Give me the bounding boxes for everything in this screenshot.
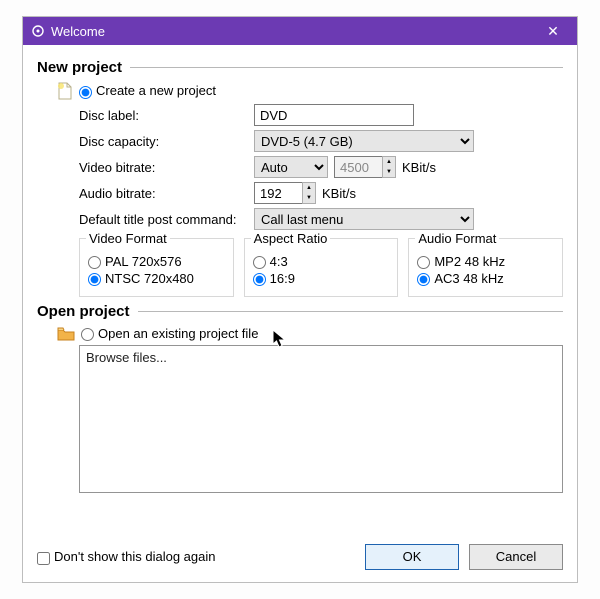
welcome-dialog: Welcome ✕ New project Create a new proje… <box>22 16 578 583</box>
default-post-select[interactable]: Call last menu <box>254 208 474 230</box>
checkbox-dont-show[interactable]: Don't show this dialog again <box>37 549 215 564</box>
new-document-icon <box>57 82 73 100</box>
radio-4-3[interactable]: 4:3 <box>253 254 288 269</box>
spinner-up-icon[interactable]: ▲ <box>383 157 395 167</box>
browse-files-item[interactable]: Browse files... <box>86 350 167 365</box>
radio-create-new[interactable]: Create a new project <box>79 83 216 98</box>
row-open-existing: Open an existing project file <box>57 326 563 341</box>
dialog-footer: Don't show this dialog again OK Cancel <box>23 538 577 582</box>
close-icon[interactable]: ✕ <box>537 23 569 40</box>
disc-label-input[interactable] <box>254 104 414 126</box>
section-new-project-label: New project <box>37 59 122 76</box>
dialog-content: New project Create a new project Disc la… <box>23 45 577 538</box>
file-list[interactable]: Browse files... <box>79 345 563 493</box>
folder-icon <box>57 327 75 341</box>
section-open-project-label: Open project <box>37 303 130 320</box>
audio-bitrate-spinner[interactable]: ▲▼ <box>254 182 316 204</box>
unit-kbits: KBit/s <box>402 160 436 175</box>
radio-create-new-label: Create a new project <box>96 83 216 98</box>
video-bitrate-spinner[interactable]: ▲▼ <box>334 156 396 178</box>
disc-capacity-select[interactable]: DVD-5 (4.7 GB) <box>254 130 474 152</box>
radio-ac3[interactable]: AC3 48 kHz <box>417 271 503 286</box>
spinner-down-icon[interactable]: ▼ <box>303 193 315 203</box>
section-new-project: New project <box>37 59 563 76</box>
group-aspect-ratio: Aspect Ratio 4:3 16:9 <box>244 238 399 297</box>
title-bar[interactable]: Welcome ✕ <box>23 17 577 45</box>
group-video-format-label: Video Format <box>86 231 170 246</box>
spinner-buttons[interactable]: ▲▼ <box>302 182 316 204</box>
ok-button[interactable]: OK <box>365 544 459 570</box>
radio-pal[interactable]: PAL 720x576 <box>88 254 182 269</box>
group-audio-format-label: Audio Format <box>415 231 499 246</box>
radio-ntsc[interactable]: NTSC 720x480 <box>88 271 194 286</box>
label-disc-capacity: Disc capacity: <box>79 134 254 149</box>
group-audio-format: Audio Format MP2 48 kHz AC3 48 kHz <box>408 238 563 297</box>
radio-open-existing-label: Open an existing project file <box>98 326 258 341</box>
audio-bitrate-input[interactable] <box>254 182 302 204</box>
divider <box>138 311 563 312</box>
group-aspect-ratio-label: Aspect Ratio <box>251 231 331 246</box>
radio-16-9[interactable]: 16:9 <box>253 271 295 286</box>
row-create-new: Create a new project <box>57 82 563 100</box>
label-default-post: Default title post command: <box>79 212 254 227</box>
checkbox-dont-show-label: Don't show this dialog again <box>54 549 215 564</box>
divider <box>130 67 563 68</box>
radio-open-existing[interactable]: Open an existing project file <box>81 326 258 341</box>
spinner-down-icon[interactable]: ▼ <box>383 167 395 177</box>
spinner-up-icon[interactable]: ▲ <box>303 183 315 193</box>
label-audio-bitrate: Audio bitrate: <box>79 186 254 201</box>
window-title: Welcome <box>51 24 537 39</box>
cancel-button[interactable]: Cancel <box>469 544 563 570</box>
app-icon <box>31 24 45 38</box>
radio-mp2[interactable]: MP2 48 kHz <box>417 254 505 269</box>
spinner-buttons[interactable]: ▲▼ <box>382 156 396 178</box>
video-bitrate-mode-select[interactable]: Auto <box>254 156 328 178</box>
label-video-bitrate: Video bitrate: <box>79 160 254 175</box>
group-video-format: Video Format PAL 720x576 NTSC 720x480 <box>79 238 234 297</box>
label-disc-label: Disc label: <box>79 108 254 123</box>
unit-kbits: KBit/s <box>322 186 356 201</box>
section-open-project: Open project <box>37 303 563 320</box>
video-bitrate-input <box>334 156 382 178</box>
